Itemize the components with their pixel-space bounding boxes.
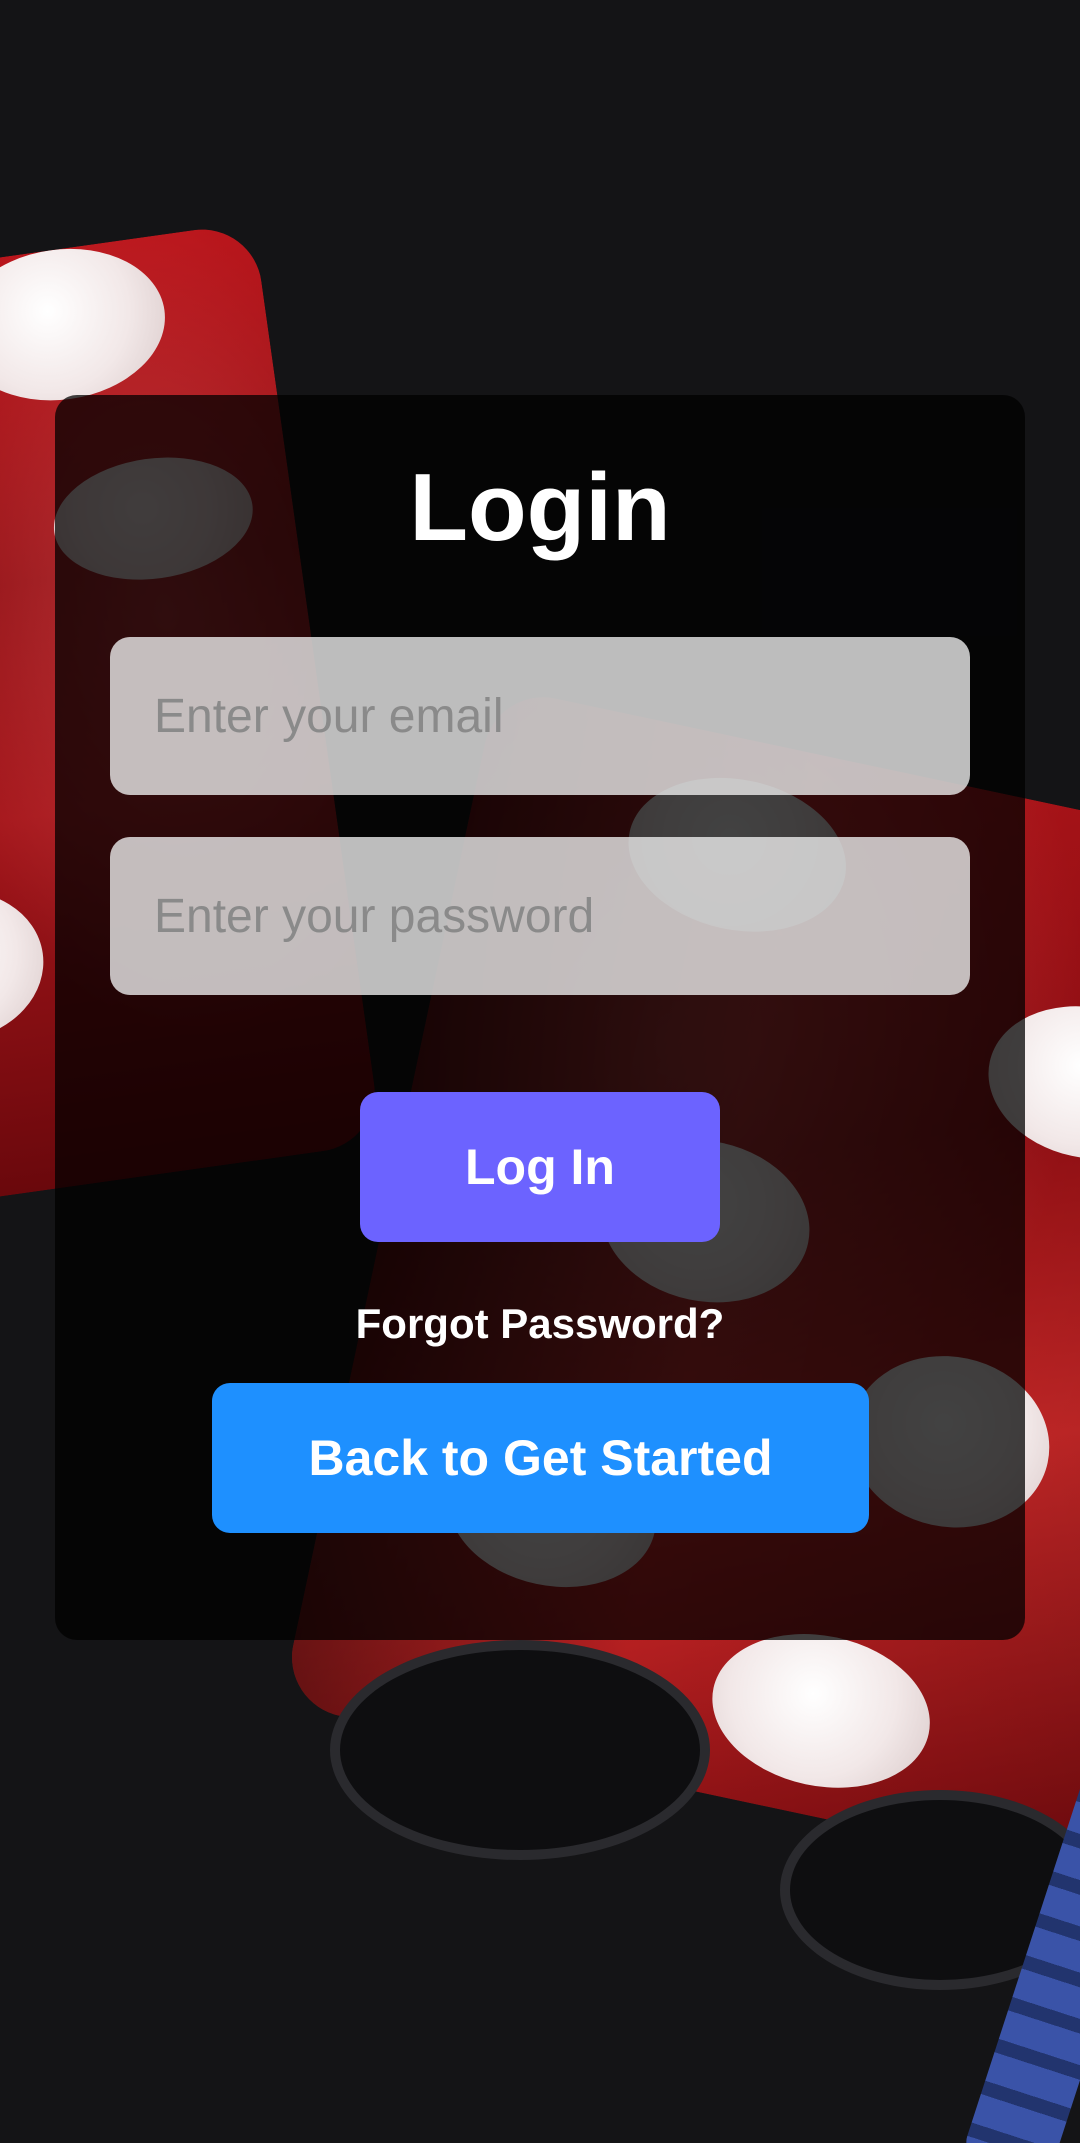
forgot-password-link[interactable]: Forgot Password? <box>55 1300 1025 1348</box>
page-title: Login <box>409 454 671 561</box>
login-button[interactable]: Log In <box>360 1092 720 1242</box>
password-field[interactable] <box>110 837 970 995</box>
chip-stack <box>330 1640 710 1860</box>
email-input[interactable] <box>152 687 970 745</box>
email-field[interactable] <box>110 637 970 795</box>
password-input[interactable] <box>152 887 970 945</box>
login-screen: Login Log In Forgot Password? Back to Ge… <box>0 0 1080 2143</box>
back-to-get-started-button[interactable]: Back to Get Started <box>212 1383 869 1533</box>
login-card: Login Log In Forgot Password? Back to Ge… <box>55 395 1025 1640</box>
